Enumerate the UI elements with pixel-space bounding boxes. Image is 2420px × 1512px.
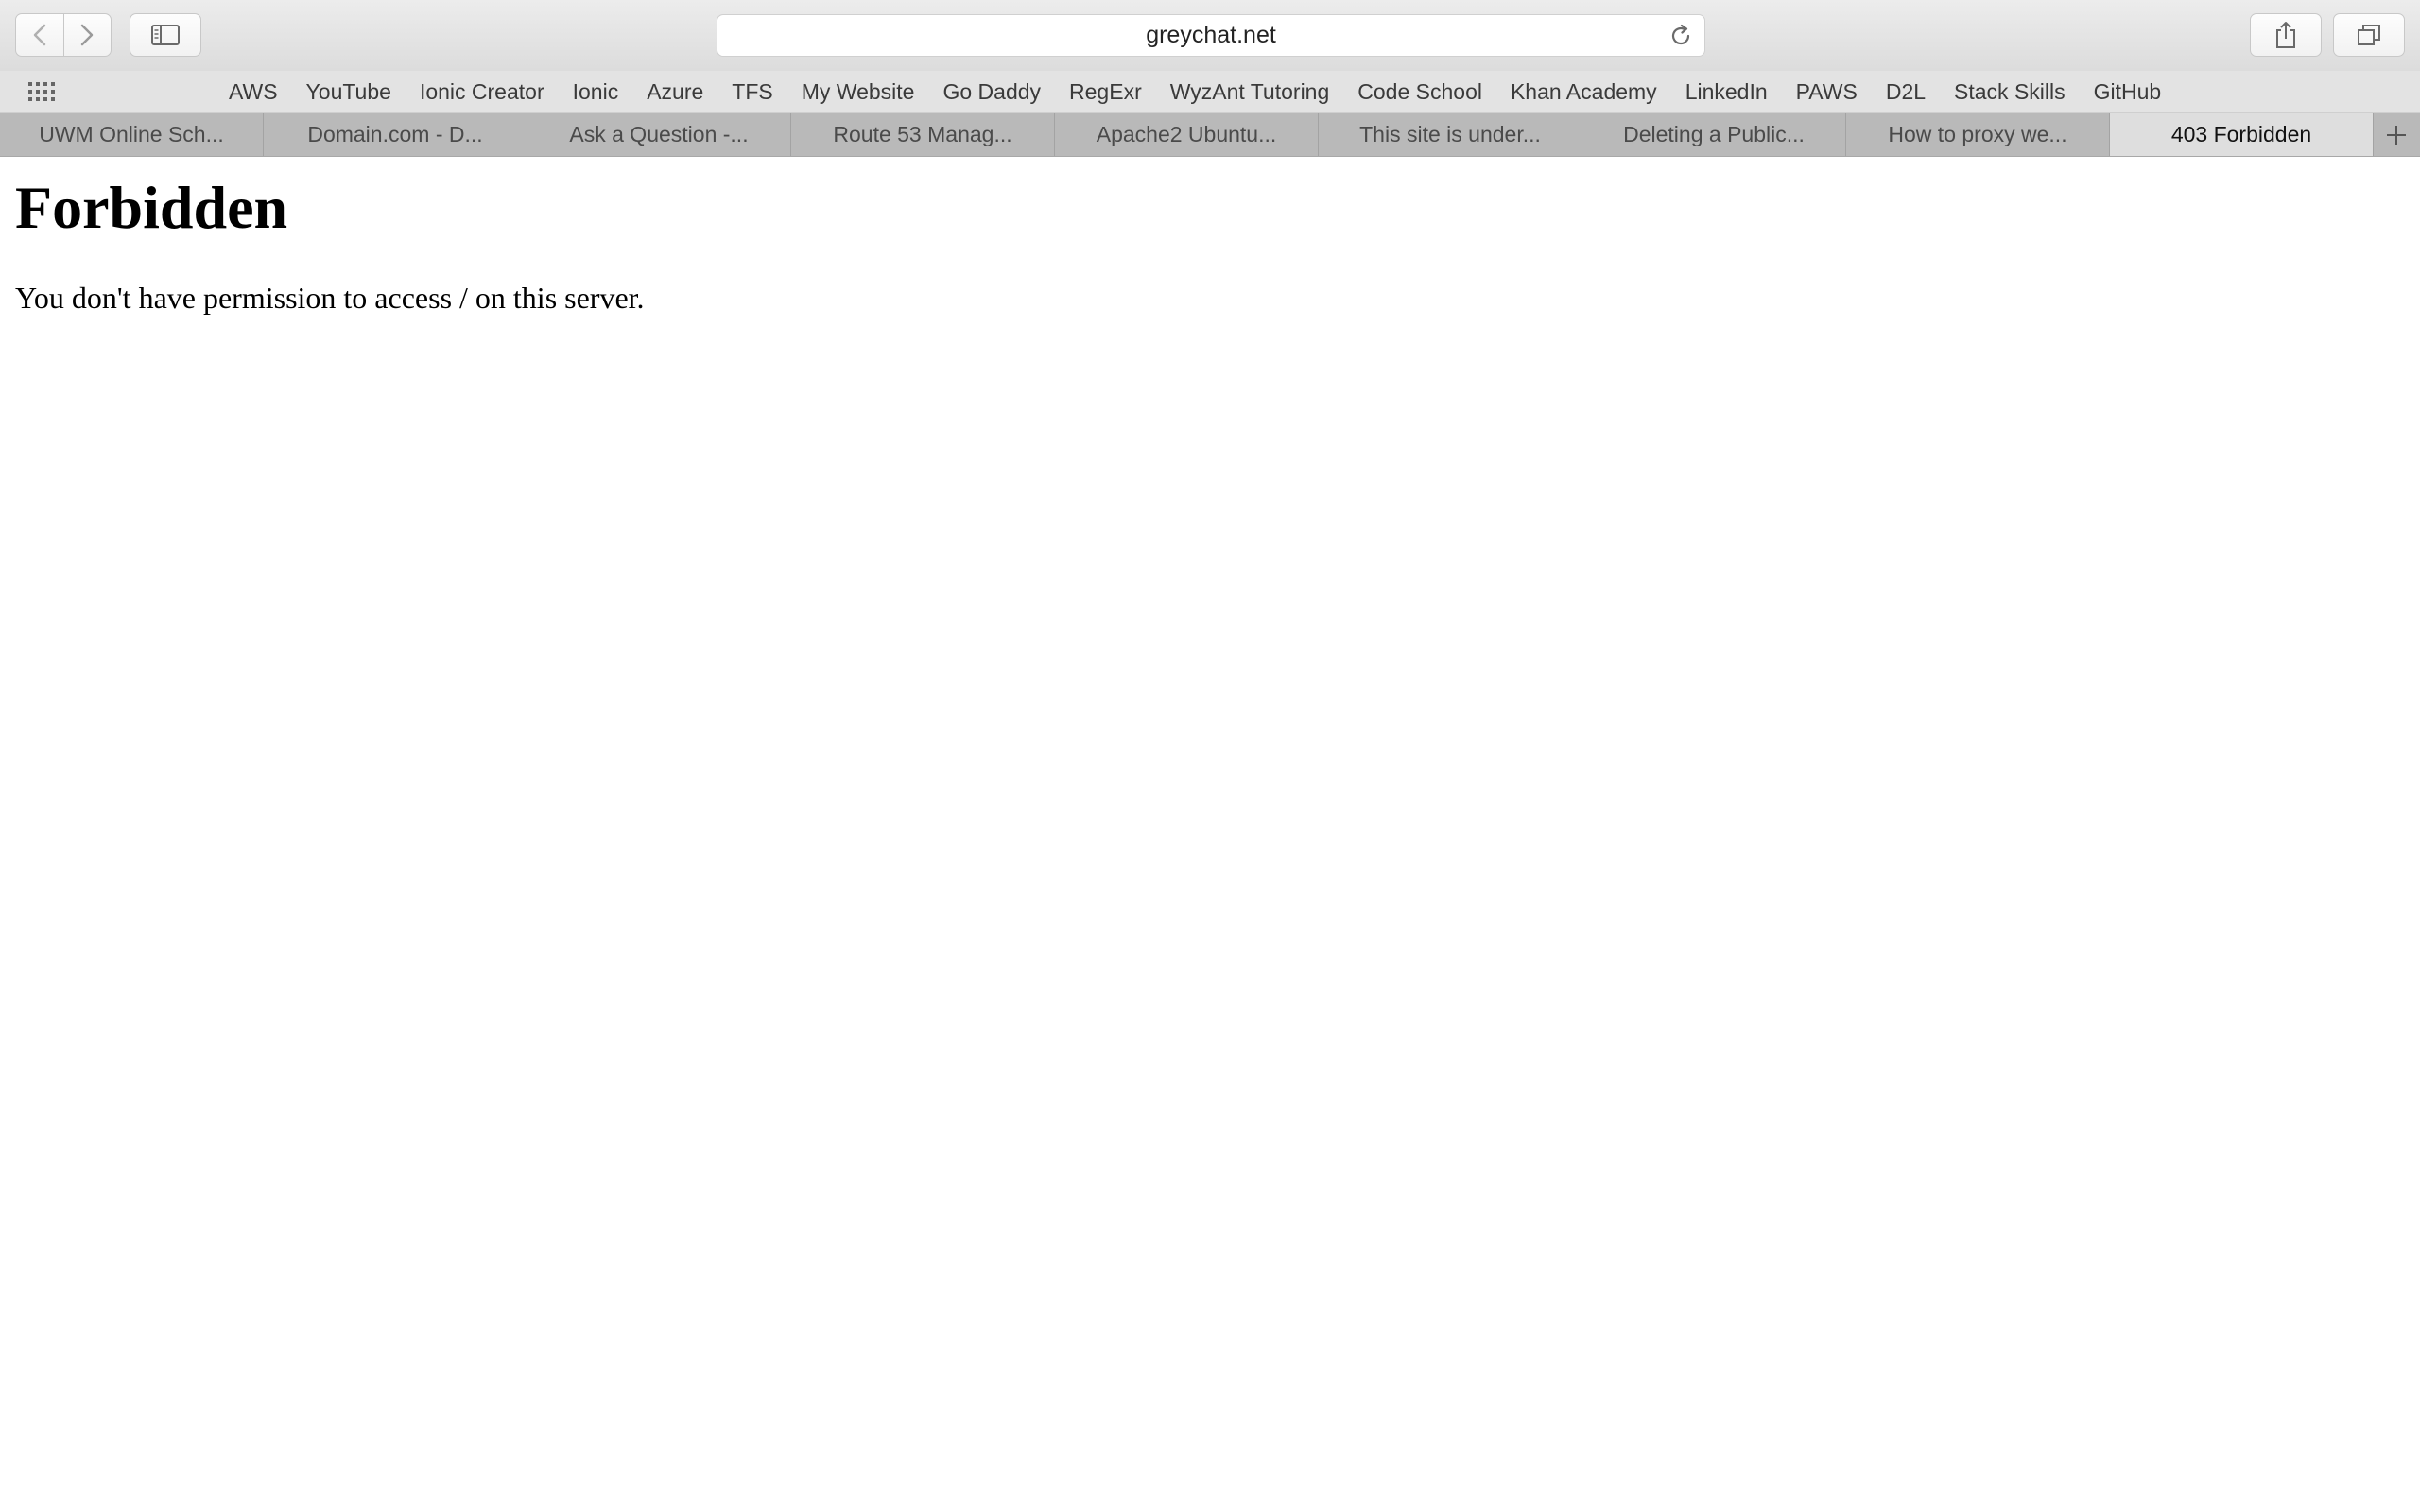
- bookmark-my-website[interactable]: My Website: [787, 79, 929, 105]
- tab-403-forbidden[interactable]: 403 Forbidden: [2110, 113, 2374, 156]
- bookmark-wyzant-tutoring[interactable]: WyzAnt Tutoring: [1156, 79, 1344, 105]
- error-message: You don't have permission to access / on…: [15, 281, 645, 315]
- chevron-right-icon: [81, 24, 94, 46]
- tab-site-under-construction[interactable]: This site is under...: [1319, 113, 1582, 156]
- plus-icon: [2386, 125, 2406, 145]
- forward-button[interactable]: [62, 14, 112, 56]
- bookmark-stack-skills[interactable]: Stack Skills: [1940, 79, 2080, 105]
- tab-ask-a-question[interactable]: Ask a Question -...: [527, 113, 791, 156]
- reload-icon: [1671, 24, 1690, 45]
- apps-grid-icon: [28, 82, 55, 101]
- reload-button[interactable]: [1668, 24, 1693, 55]
- address-bar[interactable]: greychat.net: [717, 14, 1705, 57]
- tab-domain-com[interactable]: Domain.com - D...: [264, 113, 527, 156]
- tabs-overview-icon: [2358, 25, 2380, 45]
- chevron-left-icon: [33, 24, 45, 46]
- bookmark-khan-academy[interactable]: Khan Academy: [1496, 79, 1671, 105]
- bookmark-linkedin[interactable]: LinkedIn: [1671, 79, 1782, 105]
- tab-bar: UWM Online Sch... Domain.com - D... Ask …: [0, 113, 2420, 157]
- tab-route-53[interactable]: Route 53 Manag...: [791, 113, 1055, 156]
- bookmark-aws[interactable]: AWS: [215, 79, 292, 105]
- tab-how-to-proxy[interactable]: How to proxy we...: [1846, 113, 2110, 156]
- tab-deleting-a-public[interactable]: Deleting a Public...: [1582, 113, 1846, 156]
- bookmark-regexr[interactable]: RegExr: [1055, 79, 1156, 105]
- bookmark-go-daddy[interactable]: Go Daddy: [928, 79, 1055, 105]
- page-content: Forbidden You don't have permission to a…: [0, 158, 2420, 1512]
- bookmark-github[interactable]: GitHub: [2080, 79, 2176, 105]
- sidebar-icon: [151, 25, 180, 45]
- page-heading: Forbidden: [15, 174, 288, 241]
- bookmark-ionic-creator[interactable]: Ionic Creator: [406, 79, 559, 105]
- back-button[interactable]: [16, 14, 63, 56]
- bookmark-ionic[interactable]: Ionic: [559, 79, 633, 105]
- tabs-overview-button[interactable]: [2333, 13, 2405, 57]
- url-text: greychat.net: [1146, 22, 1276, 48]
- apps-grid-button[interactable]: [27, 80, 58, 108]
- bookmark-tfs[interactable]: TFS: [717, 79, 786, 105]
- bookmark-list: AWS YouTube Ionic Creator Ionic Azure TF…: [215, 71, 2175, 113]
- tab-uwm-online[interactable]: UWM Online Sch...: [0, 113, 264, 156]
- bookmark-d2l[interactable]: D2L: [1872, 79, 1940, 105]
- sidebar-button[interactable]: [130, 13, 201, 57]
- browser-toolbar: greychat.net: [0, 0, 2420, 71]
- bookmark-youtube[interactable]: YouTube: [292, 79, 406, 105]
- share-button[interactable]: [2250, 13, 2322, 57]
- bookmark-azure[interactable]: Azure: [632, 79, 717, 105]
- bookmark-paws[interactable]: PAWS: [1782, 79, 1872, 105]
- new-tab-button[interactable]: [2374, 113, 2418, 156]
- share-icon: [2276, 22, 2295, 48]
- navigation-buttons: [15, 13, 112, 57]
- bookmarks-bar: AWS YouTube Ionic Creator Ionic Azure TF…: [0, 71, 2420, 113]
- bookmark-code-school[interactable]: Code School: [1343, 79, 1496, 105]
- tab-apache2-ubuntu[interactable]: Apache2 Ubuntu...: [1055, 113, 1319, 156]
